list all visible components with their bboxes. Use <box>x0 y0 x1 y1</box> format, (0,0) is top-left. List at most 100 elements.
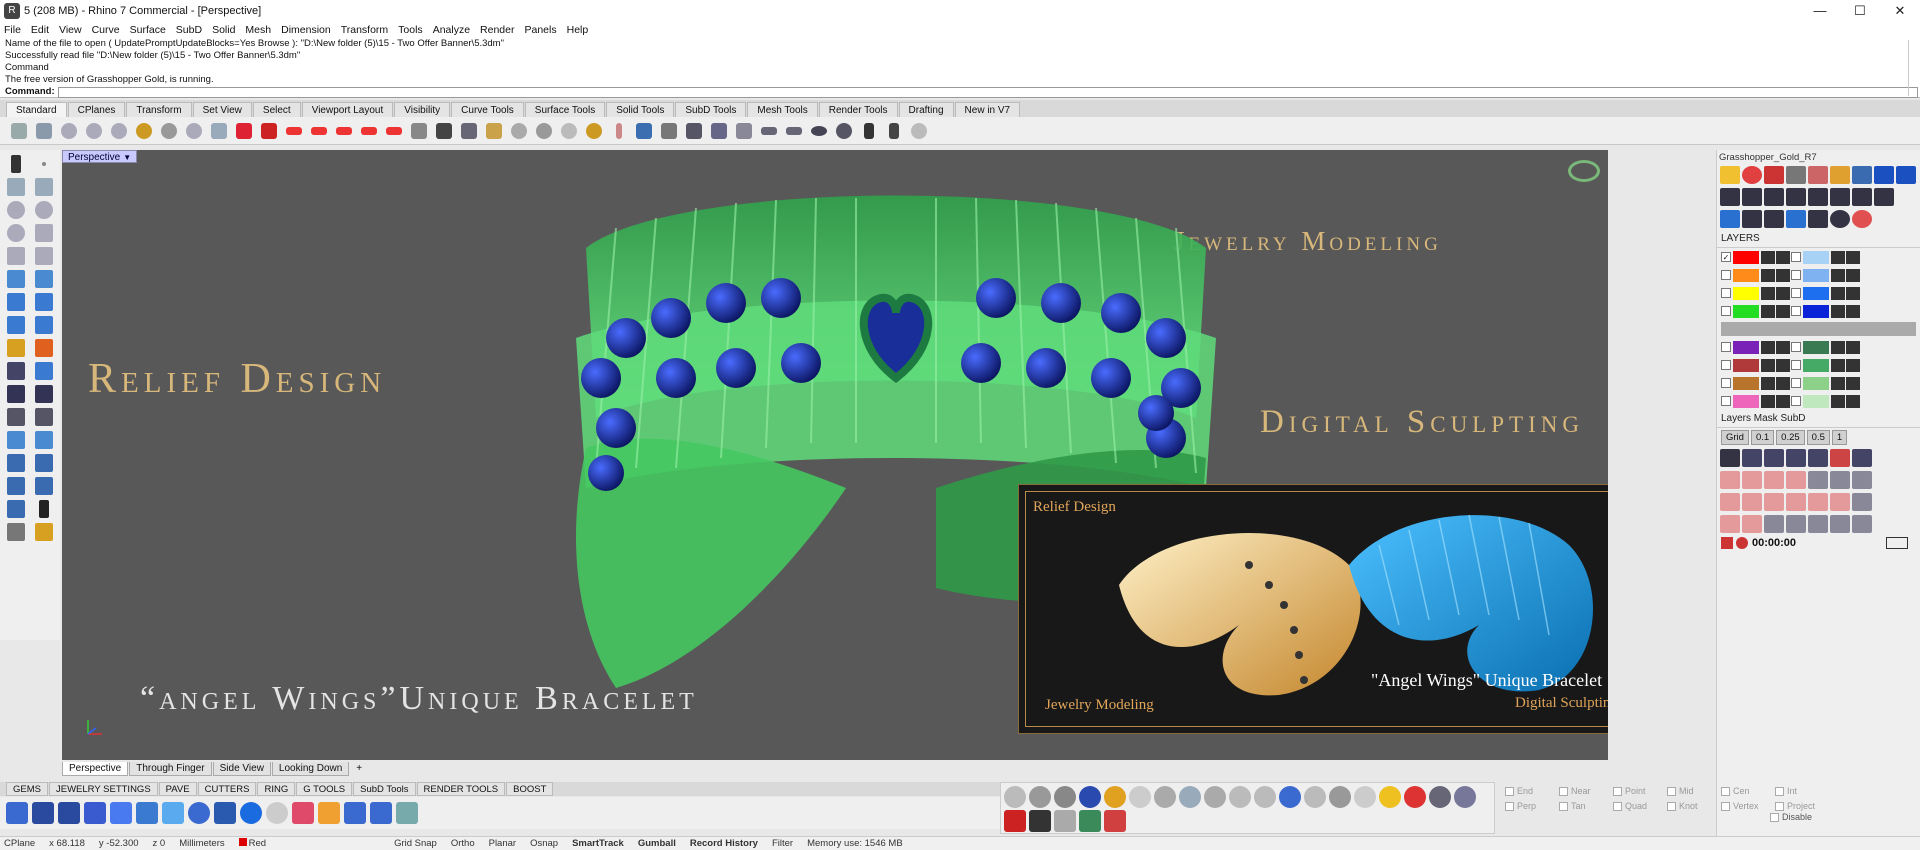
osnap-vertex[interactable]: Vertex <box>1721 799 1775 813</box>
layer-checkbox[interactable] <box>1721 270 1731 280</box>
checkbox[interactable] <box>1770 812 1779 822</box>
menu-solid[interactable]: Solid <box>212 24 235 36</box>
curve-icon[interactable] <box>35 178 53 196</box>
subd-tool-icon[interactable] <box>1830 493 1850 511</box>
layer-color-swatch[interactable] <box>1803 376 1829 390</box>
subd-tool-icon[interactable] <box>1786 471 1806 489</box>
save-icon[interactable] <box>1808 188 1828 206</box>
layer-row[interactable] <box>1717 392 1920 410</box>
subd-tool-icon[interactable] <box>1764 493 1784 511</box>
point-icon[interactable] <box>42 162 46 166</box>
shapes-icon[interactable] <box>1079 810 1101 832</box>
tab-subd-tools-bottom[interactable]: SubD Tools <box>353 782 416 796</box>
hand-icon[interactable] <box>1720 166 1740 184</box>
viewport-tab-through-finger[interactable]: Through Finger <box>129 762 212 776</box>
checkbox[interactable] <box>1613 801 1622 811</box>
globe-render-icon[interactable] <box>1329 786 1351 808</box>
cplane-label[interactable]: CPlane <box>4 838 35 849</box>
walk-icon[interactable] <box>858 120 880 142</box>
subd-tool-icon[interactable] <box>1852 493 1872 511</box>
cut-icon[interactable] <box>1720 449 1740 467</box>
checkbox[interactable] <box>1775 786 1784 796</box>
layer-checkbox[interactable] <box>1791 378 1801 388</box>
ring-view-icon[interactable] <box>1568 160 1600 182</box>
arc-icon[interactable] <box>7 224 25 242</box>
gumball-toggle[interactable]: Gumball <box>638 838 676 849</box>
red-gem-2-icon[interactable] <box>258 120 280 142</box>
cup-render-icon[interactable] <box>1204 786 1226 808</box>
rebuild-icon[interactable] <box>35 431 53 449</box>
eye-icon[interactable] <box>1761 340 1775 354</box>
eye-icon[interactable] <box>1761 286 1775 300</box>
bell-2-icon[interactable] <box>1896 166 1916 184</box>
eye-icon[interactable] <box>808 120 830 142</box>
layer-row[interactable] <box>1717 356 1920 374</box>
arrow-icon[interactable] <box>733 120 755 142</box>
trim-icon[interactable] <box>7 385 25 403</box>
fly-icon[interactable] <box>883 120 905 142</box>
eye-icon[interactable] <box>1831 358 1845 372</box>
render-icon[interactable] <box>7 523 25 541</box>
subd-tool-icon[interactable] <box>1742 471 1762 489</box>
mirror-icon[interactable] <box>708 120 730 142</box>
pale-sphere-icon[interactable] <box>1354 786 1376 808</box>
mouse-icon[interactable] <box>1229 786 1251 808</box>
crosshair-icon[interactable] <box>908 120 930 142</box>
ellipse-icon[interactable] <box>35 201 53 219</box>
viewport-label[interactable]: Perspective ▼ <box>62 150 138 163</box>
layer-checkbox[interactable] <box>1721 306 1731 316</box>
mouse-2-icon[interactable] <box>1254 786 1276 808</box>
tab-render-tools[interactable]: Render Tools <box>818 102 898 117</box>
lock-icon[interactable] <box>1846 358 1860 372</box>
eye-icon[interactable] <box>1761 376 1775 390</box>
baguette-icon[interactable] <box>136 802 158 824</box>
magnify-icon[interactable] <box>533 120 555 142</box>
explode-icon[interactable] <box>35 362 53 380</box>
checkbox[interactable] <box>1559 801 1568 811</box>
menu-dimension[interactable]: Dimension <box>281 24 331 36</box>
upload-icon[interactable] <box>1764 188 1784 206</box>
wire-sphere-icon[interactable] <box>1004 786 1026 808</box>
forward-icon[interactable] <box>1874 188 1894 206</box>
sphere-icon[interactable] <box>240 802 262 824</box>
lock-icon[interactable] <box>1742 210 1762 228</box>
grid-snap-toggle[interactable]: Grid Snap <box>394 838 437 849</box>
subd-tool-icon[interactable] <box>1786 493 1806 511</box>
menu-view[interactable]: View <box>59 24 82 36</box>
pan-icon[interactable] <box>8 120 30 142</box>
eye-icon[interactable] <box>1831 340 1845 354</box>
pearl-icon[interactable] <box>266 802 288 824</box>
move-tool-icon[interactable] <box>1720 210 1740 228</box>
add-viewport-tab-button[interactable]: + <box>350 762 368 776</box>
text-object-icon[interactable] <box>35 247 53 265</box>
checkbox[interactable] <box>1775 801 1784 811</box>
record-history-toggle[interactable]: Record History <box>690 838 758 849</box>
folder-icon[interactable] <box>1830 166 1850 184</box>
planar-toggle[interactable]: Planar <box>489 838 516 849</box>
subd-tool-icon[interactable] <box>1830 515 1850 533</box>
sequence-icon[interactable] <box>408 120 430 142</box>
layer-checkbox[interactable] <box>1721 378 1731 388</box>
osnap-project[interactable]: Project <box>1775 799 1829 813</box>
record-icon[interactable] <box>1852 210 1872 228</box>
import-icon[interactable] <box>1720 188 1740 206</box>
tab-ring[interactable]: RING <box>257 782 296 796</box>
eye-icon[interactable] <box>1831 286 1845 300</box>
subd-frame-icon[interactable] <box>1808 449 1828 467</box>
viewport-tab-side-view[interactable]: Side View <box>212 762 271 776</box>
filter-toggle[interactable]: Filter <box>772 838 793 849</box>
gem-list-icon[interactable] <box>370 802 392 824</box>
rectangle-icon[interactable] <box>35 224 53 242</box>
units-label[interactable]: Millimeters <box>179 838 224 849</box>
camera-render-icon[interactable] <box>1429 786 1451 808</box>
osnap-cen[interactable]: Cen <box>1721 784 1775 798</box>
play-icon[interactable] <box>1721 537 1733 549</box>
car-4-icon[interactable] <box>358 120 380 142</box>
move-icon[interactable] <box>7 454 25 472</box>
plane-2-icon[interactable] <box>783 120 805 142</box>
osnap-near[interactable]: Near <box>1559 784 1613 798</box>
eye-icon[interactable] <box>1761 250 1775 264</box>
tab-select[interactable]: Select <box>252 102 301 117</box>
chart-icon[interactable] <box>1786 188 1806 206</box>
target-2-icon[interactable] <box>583 120 605 142</box>
